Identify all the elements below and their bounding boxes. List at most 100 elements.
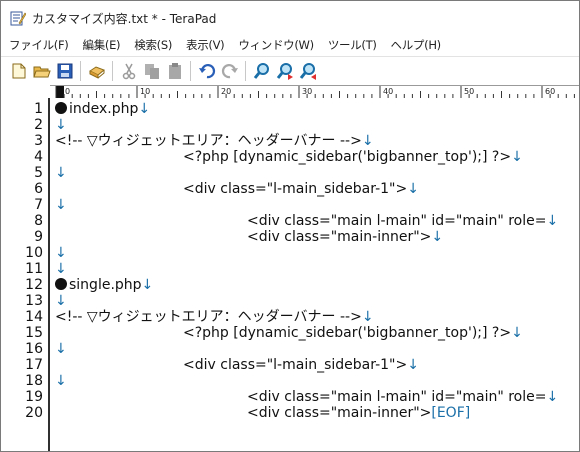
line-number: 18: [25, 373, 43, 389]
line-text: <div class="main l-main" id="main" role=: [247, 389, 547, 405]
terapad-app-icon: [10, 10, 27, 26]
ruler-label: 10: [140, 87, 150, 96]
newline-marker: ↓: [55, 165, 67, 181]
line-text: <!-- ▽ウィジェットエリア：ヘッダーバナー -->: [55, 133, 362, 149]
ruler-label: 20: [221, 87, 231, 96]
ruler-cursor: [56, 86, 64, 98]
line-number: 13: [25, 293, 43, 309]
newline-marker: ↓: [431, 229, 444, 245]
text-line[interactable]: ↓: [55, 197, 67, 213]
newline-marker: ↓: [407, 181, 419, 197]
newline-marker: ↓: [511, 325, 523, 341]
line-number: 3: [34, 133, 43, 149]
line-number: 6: [34, 181, 43, 197]
menu-window[interactable]: ウィンドウ(W): [230, 37, 319, 53]
search-next-icon[interactable]: [274, 60, 296, 82]
newline-marker: ↓: [138, 101, 151, 117]
ruler: 0 10 20 30 40 50 60: [50, 85, 579, 99]
line-number: 2: [34, 117, 43, 133]
menu-view[interactable]: 表示(V): [178, 37, 230, 53]
print-icon[interactable]: [86, 60, 108, 82]
newline-marker: ↓: [546, 389, 559, 405]
undo-icon[interactable]: [196, 60, 218, 82]
line-number: 19: [25, 389, 43, 405]
line-number: 12: [25, 277, 43, 293]
menu-edit[interactable]: 編集(E): [75, 37, 127, 53]
text-line[interactable]: index.php↓: [55, 101, 150, 117]
newline-marker: ↓: [546, 213, 559, 229]
newline-marker: ↓: [55, 373, 67, 389]
text-line[interactable]: <div class="main l-main" id="main" role=…: [247, 213, 558, 229]
line-number: 5: [34, 165, 43, 181]
menu-help[interactable]: ヘルプ(H): [383, 37, 447, 53]
ruler-label: 50: [464, 87, 474, 96]
line-text: <div class="l-main_sidebar-1">: [183, 181, 408, 197]
toolbar-separator: [245, 61, 246, 81]
text-line[interactable]: <div class="main l-main" id="main" role=…: [247, 389, 558, 405]
text-line[interactable]: <div class="main-inner">[EOF]: [247, 405, 470, 421]
text-line[interactable]: ↓: [55, 373, 67, 389]
search-icon[interactable]: [251, 60, 273, 82]
newline-marker: ↓: [407, 357, 419, 373]
copy-icon[interactable]: [141, 60, 163, 82]
bullet-icon: [55, 102, 67, 114]
editor-area[interactable]: 1 2 3 4 5 6 7 8 9 10 11 12 13 14 15 16 17 18 19 20 index.ph…: [1, 98, 579, 451]
line-number: 16: [25, 341, 43, 357]
title-bar[interactable]: カスタマイズ内容.txt * - TeraPad: [1, 1, 579, 35]
menu-search[interactable]: 検索(S): [126, 37, 178, 53]
line-text: <div class="main-inner">: [247, 229, 432, 245]
newline-marker: ↓: [55, 197, 67, 213]
save-icon[interactable]: [54, 60, 76, 82]
text-line[interactable]: ↓: [55, 341, 67, 357]
text-line[interactable]: ↓: [55, 245, 67, 261]
text-line[interactable]: <?php [dynamic_sidebar('bigbanner_top');…: [183, 325, 523, 341]
line-number: 11: [25, 261, 43, 277]
redo-icon[interactable]: [219, 60, 241, 82]
toolbar-separator: [112, 61, 113, 81]
open-folder-icon[interactable]: [31, 60, 53, 82]
line-text: <?php [dynamic_sidebar('bigbanner_top');…: [183, 325, 512, 341]
line-number-gutter: 1 2 3 4 5 6 7 8 9 10 11 12 13 14 15 16 17 18 19 20: [1, 98, 50, 451]
paste-icon[interactable]: [164, 60, 186, 82]
toolbar-separator: [80, 61, 81, 81]
line-text: <!-- ▽ウィジェットエリア：ヘッダーバナー -->: [55, 309, 362, 325]
menu-tools[interactable]: ツール(T): [320, 37, 383, 53]
line-text: single.php: [69, 277, 142, 293]
ruler-label: 60: [545, 87, 555, 96]
line-number: 9: [34, 229, 43, 245]
text-line[interactable]: <!-- ▽ウィジェットエリア：ヘッダーバナー -->↓: [55, 309, 374, 325]
newline-marker: ↓: [55, 117, 67, 133]
text-line[interactable]: <div class="main-inner">↓: [247, 229, 443, 245]
bullet-icon: [55, 278, 67, 290]
new-file-icon[interactable]: [8, 60, 30, 82]
line-text: <?php [dynamic_sidebar('bigbanner_top');…: [183, 149, 512, 165]
line-number: 10: [25, 245, 43, 261]
search-prev-icon[interactable]: [297, 60, 319, 82]
line-number: 15: [25, 325, 43, 341]
newline-marker: ↓: [55, 293, 67, 309]
menu-file[interactable]: ファイル(F): [1, 37, 75, 53]
newline-marker: ↓: [361, 133, 374, 149]
line-number: 8: [34, 213, 43, 229]
terapad-window: カスタマイズ内容.txt * - TeraPad ファイル(F) 編集(E) 検…: [0, 0, 580, 452]
line-number: 4: [34, 149, 43, 165]
text-line[interactable]: <!-- ▽ウィジェットエリア：ヘッダーバナー -->↓: [55, 133, 374, 149]
text-line[interactable]: ↓: [55, 117, 67, 133]
line-number: 7: [34, 197, 43, 213]
text-line[interactable]: <div class="l-main_sidebar-1">↓: [183, 181, 419, 197]
ruler-label: 0: [65, 87, 70, 96]
text-line[interactable]: single.php↓: [55, 277, 153, 293]
text-line[interactable]: <div class="l-main_sidebar-1">↓: [183, 357, 419, 373]
line-text: <div class="main-inner">: [247, 405, 432, 421]
cut-icon[interactable]: [118, 60, 140, 82]
text-line[interactable]: <?php [dynamic_sidebar('bigbanner_top');…: [183, 149, 523, 165]
line-text: <div class="main l-main" id="main" role=: [247, 213, 547, 229]
ruler-scale: 0 10 20 30 40 50 60: [55, 86, 575, 98]
line-number: 17: [25, 357, 43, 373]
text-line[interactable]: ↓: [55, 261, 67, 277]
newline-marker: ↓: [55, 341, 67, 357]
text-line[interactable]: ↓: [55, 293, 67, 309]
toolbar-separator: [190, 61, 191, 81]
text-line[interactable]: ↓: [55, 165, 67, 181]
line-text: index.php: [69, 101, 139, 117]
